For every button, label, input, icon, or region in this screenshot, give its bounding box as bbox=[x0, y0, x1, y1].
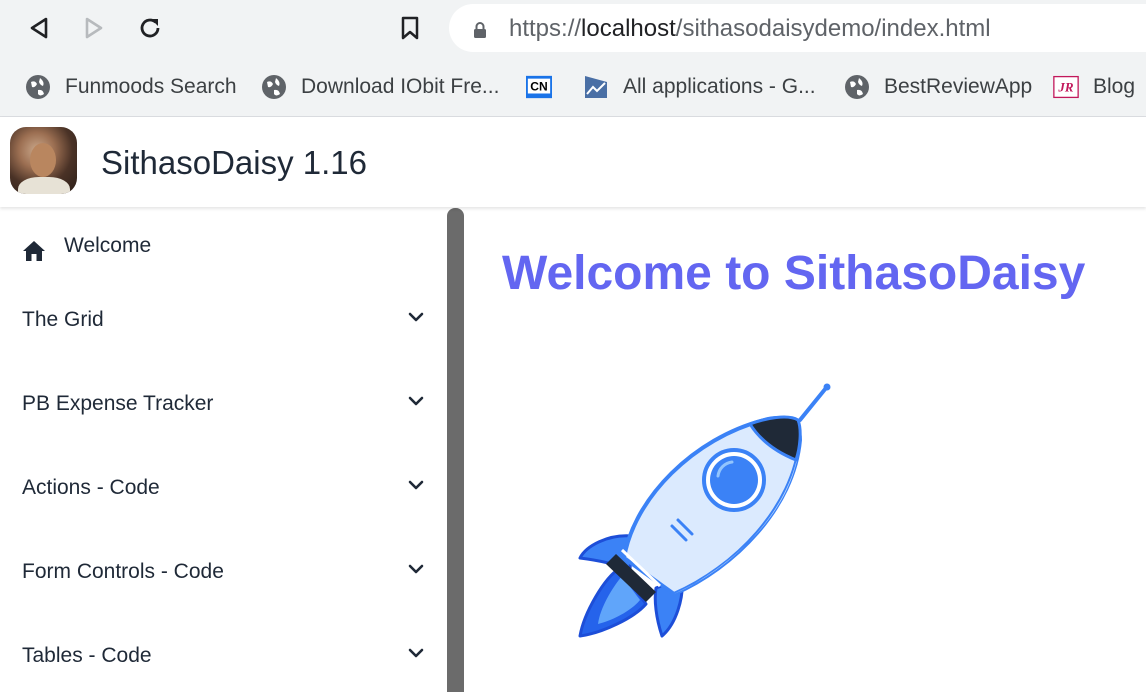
app-header: SithasoDaisy 1.16 bbox=[0, 117, 1146, 207]
chevron-down-icon bbox=[408, 564, 424, 574]
forward-icon bbox=[85, 17, 103, 39]
url-path: /sithasodaisydemo/index.html bbox=[675, 15, 991, 42]
bookmark-label: Blog bbox=[1093, 75, 1136, 98]
avatar[interactable] bbox=[10, 127, 77, 194]
bookmark-label: BestReviewApp bbox=[884, 75, 1033, 98]
chevron-down-icon bbox=[408, 396, 424, 406]
sidebar-item-actions-code[interactable]: Actions - Code bbox=[0, 456, 446, 520]
cn-logo-icon: CN bbox=[526, 74, 552, 100]
bookmark-label: Funmoods Search bbox=[65, 75, 237, 98]
url-host: localhost bbox=[581, 15, 676, 42]
bookmark-label: All applications - G... bbox=[623, 75, 816, 98]
svg-text:CN: CN bbox=[530, 80, 547, 94]
bookmark-label: Download IObit Fre... bbox=[301, 75, 500, 98]
reload-icon bbox=[140, 18, 160, 38]
chevron-down-icon bbox=[408, 312, 424, 322]
address-bar[interactable]: https://localhost/sithasodaisydemo/index… bbox=[449, 4, 1146, 52]
sidebar-item-label: Tables - Code bbox=[22, 644, 152, 667]
browser-toolbar: https://localhost/sithasodaisydemo/index… bbox=[0, 0, 1146, 58]
main-content: Welcome to SithasoDaisy bbox=[464, 208, 1146, 692]
sidebar-scrollbar[interactable] bbox=[447, 208, 464, 692]
sidebar-item-form-controls-code[interactable]: Form Controls - Code bbox=[0, 540, 446, 604]
chevron-down-icon bbox=[408, 480, 424, 490]
back-button[interactable] bbox=[22, 11, 56, 45]
jr-logo-icon: JR bbox=[1053, 74, 1079, 100]
globe-icon bbox=[261, 74, 287, 100]
reload-button[interactable] bbox=[133, 11, 167, 45]
svg-text:JR: JR bbox=[1057, 79, 1074, 94]
globe-icon bbox=[25, 74, 51, 100]
sidebar-item-label: The Grid bbox=[22, 308, 104, 331]
url-text: https://localhost/sithasodaisydemo/index… bbox=[509, 15, 991, 43]
globe-icon bbox=[844, 74, 870, 100]
bookmark-cn[interactable]: CN bbox=[526, 70, 566, 104]
sidebar-item-pb-expense-tracker[interactable]: PB Expense Tracker bbox=[0, 372, 446, 436]
sidebar-item-welcome[interactable]: Welcome bbox=[0, 214, 446, 278]
bookmark-all-applications[interactable]: All applications - G... bbox=[583, 70, 816, 104]
back-icon bbox=[30, 17, 48, 39]
bookmark-icon bbox=[401, 16, 419, 40]
sidebar: Welcome The Grid PB Expense Tracker Acti… bbox=[0, 208, 464, 692]
avatar-face bbox=[30, 143, 56, 177]
scrollbar-thumb[interactable] bbox=[447, 208, 464, 692]
bookmark-button[interactable] bbox=[393, 11, 427, 45]
app-title: SithasoDaisy 1.16 bbox=[101, 144, 367, 181]
forward-button[interactable] bbox=[77, 11, 111, 45]
sidebar-item-label: Welcome bbox=[64, 234, 152, 257]
url-prefix: https:// bbox=[509, 15, 582, 42]
bookmark-bestreviewapp[interactable]: BestReviewApp bbox=[844, 70, 1032, 104]
chevron-down-icon bbox=[408, 648, 424, 658]
page-title: Welcome to SithasoDaisy bbox=[502, 247, 1086, 300]
sidebar-item-label: Form Controls - Code bbox=[22, 560, 224, 583]
chart-icon bbox=[583, 74, 609, 100]
rocket-illustration bbox=[578, 383, 831, 638]
avatar-shoulder bbox=[18, 177, 70, 194]
bookmark-funmoods[interactable]: Funmoods Search bbox=[25, 70, 237, 104]
bookmarks-bar: Funmoods Search Download IObit Fre... CN… bbox=[0, 58, 1146, 117]
sidebar-item-label: PB Expense Tracker bbox=[22, 392, 214, 415]
bookmark-blog[interactable]: JR Blog bbox=[1053, 70, 1135, 104]
sidebar-item-label: Actions - Code bbox=[22, 476, 160, 499]
sidebar-item-tables-code[interactable]: Tables - Code bbox=[0, 624, 446, 688]
lock-icon bbox=[474, 22, 486, 38]
home-icon bbox=[23, 241, 45, 261]
sidebar-item-the-grid[interactable]: The Grid bbox=[0, 288, 446, 352]
bookmark-iobit[interactable]: Download IObit Fre... bbox=[261, 70, 499, 104]
